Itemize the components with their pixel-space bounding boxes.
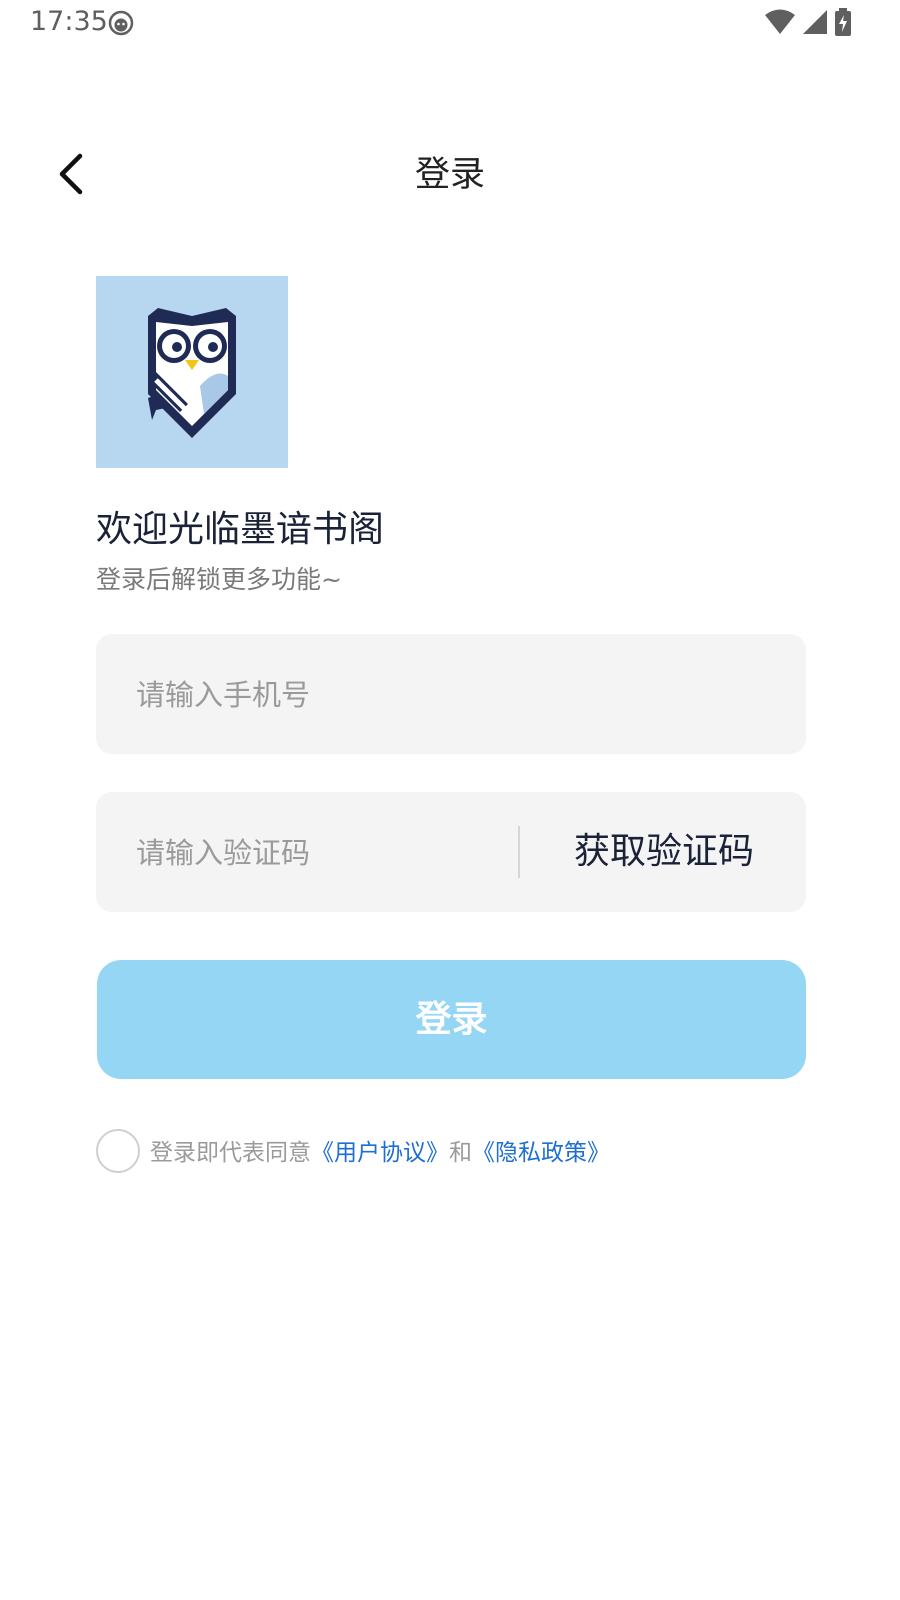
face-icon	[108, 10, 134, 36]
status-time: 17:35	[30, 6, 108, 37]
owl-book-logo	[148, 308, 236, 438]
phone-input[interactable]	[134, 634, 778, 756]
welcome-subtitle: 登录后解锁更多功能~	[96, 565, 342, 594]
get-code-button[interactable]: 获取验证码	[544, 792, 784, 912]
login-screen: 17:35 登录 欢迎光临墨谙书阁 登录后解锁更多功能~ 请输入手机号 请输入验…	[0, 0, 900, 1600]
page-title: 登录	[414, 155, 485, 195]
privacy-policy-link[interactable]: 《隐私政策》	[472, 1140, 610, 1166]
phone-field[interactable]	[96, 634, 806, 756]
app-logo	[96, 276, 288, 468]
verification-code-field[interactable]: 获取验证码	[96, 792, 806, 914]
login-button[interactable]: 登录	[97, 960, 806, 1079]
field-divider	[518, 826, 520, 878]
agreement-text: 登录即代表同意《用户协议》和《隐私政策》	[150, 1133, 610, 1167]
signal-icon	[803, 10, 827, 34]
agreement-checkbox[interactable]	[96, 1129, 140, 1173]
status-icons	[764, 8, 852, 36]
verification-code-input[interactable]	[134, 792, 508, 914]
user-agreement-link[interactable]: 《用户协议》	[311, 1140, 449, 1166]
wifi-icon	[765, 9, 795, 34]
welcome-title: 欢迎光临墨谙书阁	[96, 509, 385, 550]
agreement-prefix: 登录即代表同意	[150, 1140, 311, 1166]
status-bar: 17:35	[0, 0, 900, 48]
agreement-conjunction: 和	[449, 1140, 472, 1166]
battery-charging-icon	[835, 8, 851, 36]
